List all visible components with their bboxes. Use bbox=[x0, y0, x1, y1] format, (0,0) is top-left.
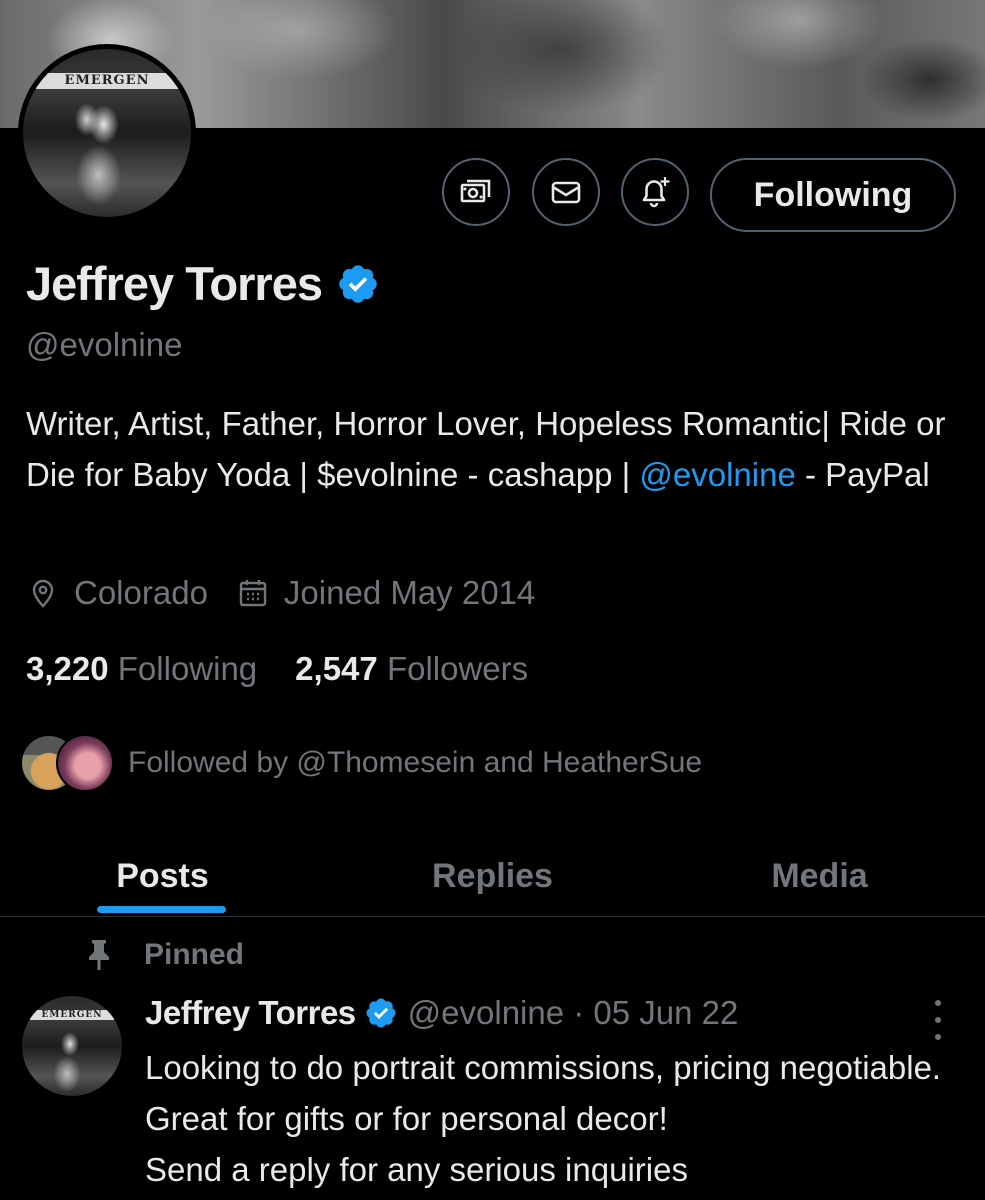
pin-icon bbox=[89, 940, 109, 970]
pinned-indicator: Pinned bbox=[84, 938, 244, 972]
location-text: Colorado bbox=[74, 574, 208, 611]
post-more-icon[interactable] bbox=[926, 1000, 950, 1040]
tab-replies[interactable]: Replies bbox=[390, 836, 595, 916]
verified-badge-icon bbox=[366, 998, 396, 1028]
followed-by-text: Followed by @Thomesein and HeatherSue bbox=[128, 746, 703, 779]
post-handle-date[interactable]: @evolnine · 05 Jun 22 bbox=[408, 994, 739, 1032]
profile-handle: @evolnine bbox=[26, 326, 183, 363]
bell-plus-icon bbox=[642, 177, 670, 208]
following-stat[interactable]: 3,220 Following bbox=[26, 650, 257, 688]
bio-mention-link[interactable]: @evolnine bbox=[639, 456, 795, 493]
followers-stat[interactable]: 2,547 Followers bbox=[295, 650, 528, 688]
post-author-name[interactable]: Jeffrey Torres bbox=[145, 994, 356, 1032]
money-icon bbox=[460, 179, 491, 203]
profile-tabs: Posts Replies Media bbox=[0, 836, 985, 917]
bio-text-end: - PayPal bbox=[795, 456, 930, 493]
post-author-avatar[interactable]: EMERGEN bbox=[22, 996, 122, 1096]
following-button[interactable]: Following bbox=[710, 158, 956, 232]
profile-meta: Colorado Joined May 2014 bbox=[26, 574, 535, 612]
active-tab-indicator bbox=[97, 906, 226, 913]
profile-bio: Writer, Artist, Father, Horror Lover, Ho… bbox=[26, 398, 956, 500]
tab-media[interactable]: Media bbox=[717, 836, 922, 916]
followers-count: 2,547 bbox=[295, 650, 378, 687]
verified-badge-icon[interactable] bbox=[336, 262, 380, 306]
pinned-label: Pinned bbox=[144, 938, 245, 971]
location-pin-icon bbox=[32, 579, 54, 608]
followers-label: Followers bbox=[386, 650, 529, 687]
post-text: Looking to do portrait commissions, pric… bbox=[145, 1049, 942, 1188]
join-date-text: Joined May 2014 bbox=[283, 574, 536, 611]
profile-stats: 3,220 Following 2,547 Followers bbox=[26, 650, 528, 688]
calendar-icon bbox=[239, 580, 267, 607]
tab-posts[interactable]: Posts bbox=[60, 836, 265, 916]
mail-icon bbox=[551, 181, 581, 204]
profile-name: Jeffrey Torres bbox=[26, 257, 323, 310]
post-avatar-sign-text: EMERGEN bbox=[30, 1010, 114, 1020]
post-header: Jeffrey Torres @evolnine · 05 Jun 22 bbox=[145, 994, 738, 1032]
join-date: Joined May 2014 bbox=[236, 574, 535, 612]
profile-avatar[interactable]: EMERGEN bbox=[18, 44, 196, 222]
following-label: Following bbox=[117, 650, 258, 687]
follower-avatar-2 bbox=[56, 734, 114, 792]
following-count: 3,220 bbox=[26, 650, 109, 687]
followed-by-row[interactable]: Followed by @Thomesein and HeatherSue bbox=[20, 734, 702, 792]
tip-button[interactable] bbox=[442, 158, 510, 226]
avatar-sign-text: EMERGEN bbox=[36, 72, 178, 90]
message-button[interactable] bbox=[532, 158, 600, 226]
avatar-photo: EMERGEN bbox=[23, 49, 191, 217]
location: Colorado bbox=[26, 574, 208, 612]
notifications-button[interactable] bbox=[621, 158, 689, 226]
profile-name-row: Jeffrey Torres bbox=[26, 256, 380, 311]
